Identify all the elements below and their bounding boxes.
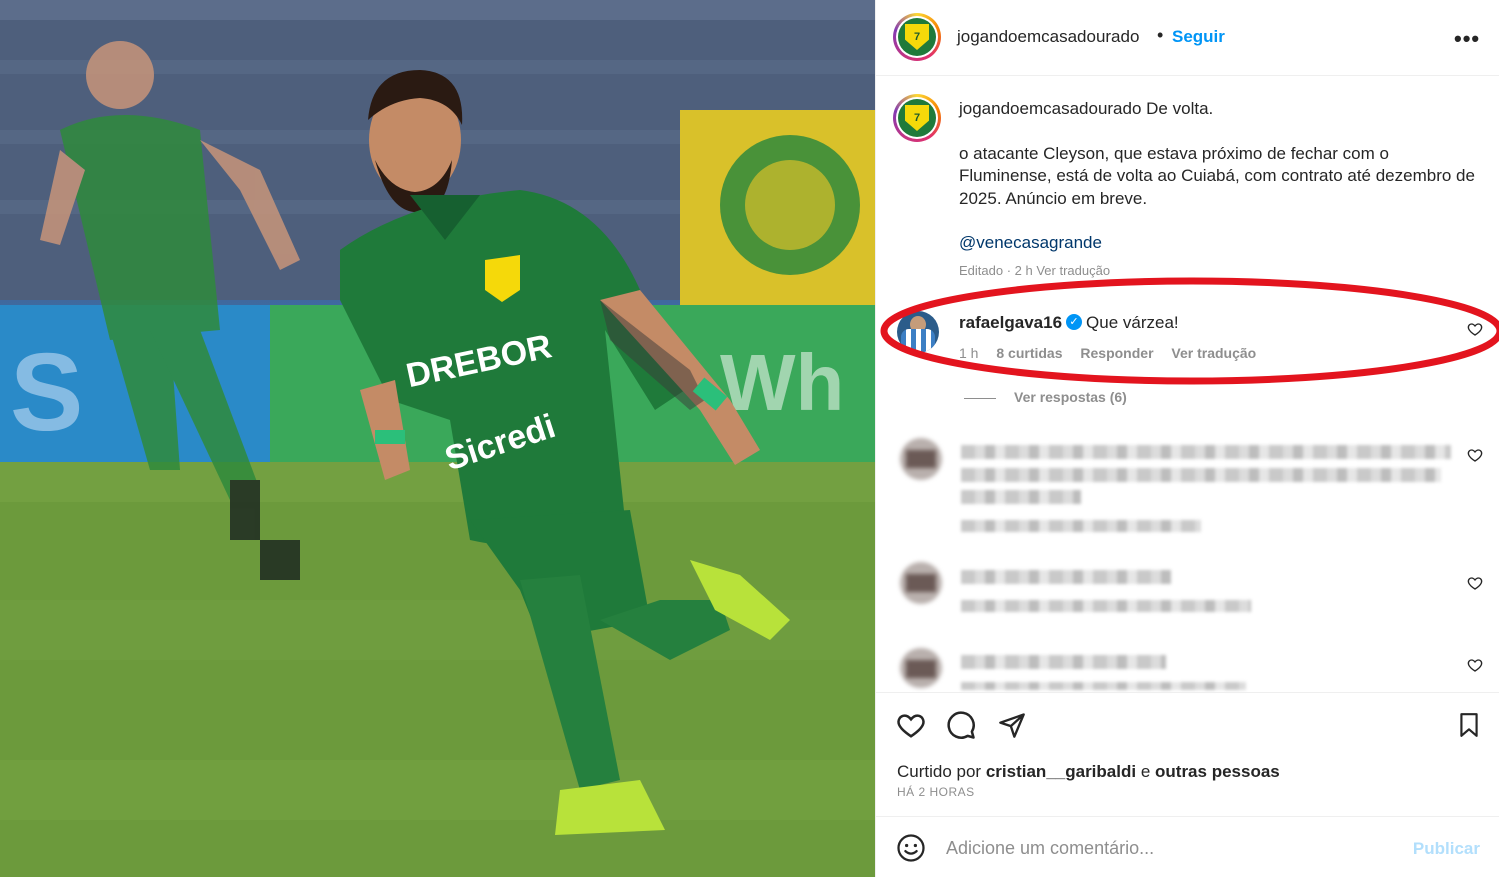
post-side-panel: 7 jogandoemcasadourado • Seguir ••• 7 jo…: [875, 0, 1499, 877]
view-replies-link[interactable]: Ver respostas (6): [964, 389, 1127, 405]
club-crest-icon: 7: [905, 105, 929, 131]
publish-button[interactable]: Publicar: [1413, 839, 1480, 859]
comment-time: 1 h: [959, 345, 979, 361]
comment-bubble-icon[interactable]: [944, 708, 978, 742]
reply-button[interactable]: Responder: [1080, 345, 1153, 361]
liked-by-line: Curtido por cristian__garibaldi e outras…: [897, 762, 1280, 782]
caption-mention[interactable]: @venecasagrande: [959, 233, 1102, 252]
post-header: 7 jogandoemcasadourado • Seguir •••: [876, 0, 1499, 76]
header-username[interactable]: jogandoemcasadourado: [957, 27, 1139, 47]
club-crest-icon: 7: [905, 24, 929, 50]
more-options-icon[interactable]: •••: [1454, 26, 1480, 52]
blurred-comment-text: [961, 490, 1081, 504]
blurred-comment-text: [961, 570, 1171, 584]
liked-by-prefix: Curtido por: [897, 762, 982, 781]
blurred-avatar: [900, 648, 942, 688]
blurred-avatar: [900, 438, 942, 480]
bookmark-save-icon[interactable]: [1452, 708, 1486, 742]
blurred-comment-text: [961, 655, 1166, 669]
post-photo: S Wh DREBOR Sicredi: [0, 0, 875, 877]
follow-button[interactable]: Seguir: [1172, 27, 1225, 47]
translate-button[interactable]: Ver tradução: [1171, 345, 1256, 361]
smiley-icon[interactable]: [894, 831, 928, 865]
svg-text:S: S: [10, 331, 83, 454]
caption-body: o atacante Cleyson, que estava próximo d…: [959, 143, 1475, 208]
liked-by-user[interactable]: cristian__garibaldi: [986, 762, 1136, 781]
comment-like-heart-icon[interactable]: [1467, 657, 1483, 673]
liked-by-conjunction: e: [1140, 762, 1151, 781]
post-caption: jogandoemcasadourado De volta. o atacant…: [959, 98, 1479, 277]
svg-text:Wh: Wh: [720, 338, 844, 427]
comment-username[interactable]: rafaelgava16: [959, 313, 1062, 332]
blurred-comment-meta: [961, 682, 1246, 690]
comment-input[interactable]: [946, 837, 1396, 859]
caption-first-line: De volta.: [1146, 99, 1214, 118]
blurred-avatar: [900, 562, 942, 604]
verified-badge-icon: ✓: [1066, 313, 1083, 330]
blurred-comment-text: [961, 445, 1451, 459]
caption-username[interactable]: jogandoemcasadourado: [959, 99, 1141, 118]
action-bar-divider: [876, 692, 1499, 693]
liked-by-others[interactable]: outras pessoas: [1155, 762, 1280, 781]
commenter-avatar[interactable]: [897, 311, 939, 353]
comment-text: Que várzea!: [1086, 313, 1179, 332]
football-player-photo: S Wh DREBOR Sicredi: [0, 0, 875, 877]
blurred-comment-meta: [961, 520, 1201, 532]
comment-meta: 1 h 8 curtidas Responder Ver tradução: [959, 345, 1270, 361]
highlighted-comment: rafaelgava16 ✓ Que várzea!: [959, 313, 1179, 333]
comment-like-heart-icon[interactable]: [1467, 321, 1483, 337]
share-send-icon[interactable]: [995, 708, 1029, 742]
like-heart-icon[interactable]: [894, 708, 928, 742]
add-comment-bar: Publicar: [876, 816, 1499, 877]
separator-dot: •: [1157, 25, 1164, 45]
comment-like-heart-icon[interactable]: [1467, 575, 1483, 591]
post-timestamp[interactable]: HÁ 2 HORAS: [897, 785, 975, 799]
comment-likes[interactable]: 8 curtidas: [996, 345, 1062, 361]
account-avatar[interactable]: 7: [893, 13, 941, 61]
caption-meta: Editado · 2 h Ver tradução: [959, 263, 1111, 278]
caption-avatar[interactable]: 7: [893, 94, 941, 142]
blurred-comment-text: [961, 468, 1441, 482]
blurred-comment-meta: [961, 600, 1251, 612]
comment-like-heart-icon[interactable]: [1467, 447, 1483, 463]
